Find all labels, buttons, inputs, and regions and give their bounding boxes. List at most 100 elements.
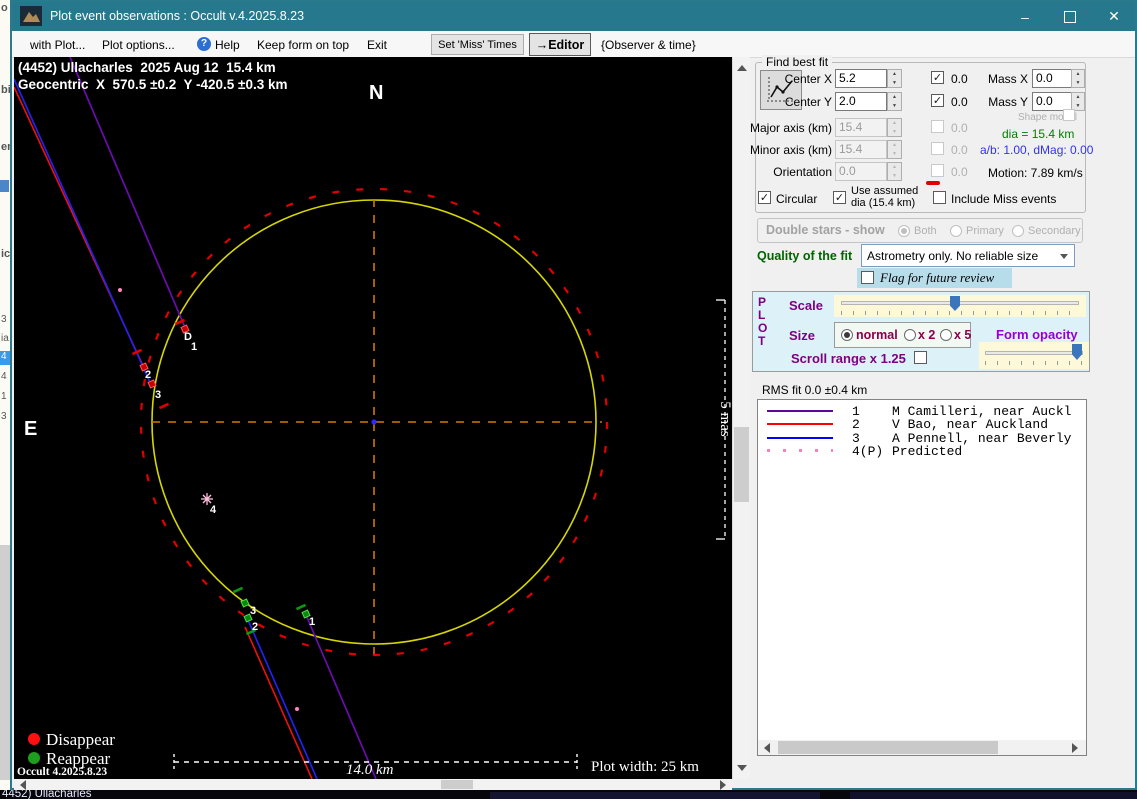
- scroll-right-arrow[interactable]: [720, 780, 726, 790]
- minor-axis-spinner[interactable]: ▲ ▼: [887, 140, 902, 159]
- title-bar[interactable]: Plot event observations : Occult v.4.202…: [12, 2, 1135, 31]
- menu-help[interactable]: Help: [215, 38, 240, 52]
- set-miss-times-label: Set 'Miss' Times: [438, 38, 517, 51]
- center-y-spinner[interactable]: ▲ ▼: [887, 92, 902, 111]
- orientation-spinner[interactable]: ▲ ▼: [887, 162, 902, 181]
- editor-label: →Editor: [535, 37, 585, 52]
- mas-label: 5 mas: [717, 401, 732, 437]
- bg-fragment: ia: [1, 333, 9, 344]
- circular-checkbox[interactable]: [758, 191, 771, 204]
- mass-x-label: Mass X: [987, 72, 1028, 86]
- mass-y-label: Mass Y: [988, 95, 1028, 109]
- bg-fragment: 3: [1, 314, 7, 325]
- mass-x-input[interactable]: 0.0: [1032, 69, 1072, 88]
- quality-label: Quality of the fit: [757, 249, 853, 263]
- north-label: N: [369, 82, 383, 104]
- use-assumed-checkbox[interactable]: [833, 191, 846, 204]
- major-axis-spinner[interactable]: ▲ ▼: [887, 118, 902, 137]
- center-y-label: Center Y: [784, 95, 832, 109]
- orientation-input[interactable]: 0.0: [835, 162, 887, 181]
- bg-fragment: 3: [1, 411, 7, 422]
- minor-axis-err-checkbox[interactable]: [931, 142, 944, 155]
- miss-marker-icon: [926, 181, 940, 185]
- scroll-range-checkbox[interactable]: [914, 351, 927, 364]
- scale-label: Scale: [789, 298, 823, 313]
- plot-hscrollbar[interactable]: [14, 779, 732, 790]
- center-y-input[interactable]: 2.0: [835, 92, 887, 111]
- scroll-up-arrow[interactable]: [737, 65, 747, 71]
- center-x-err-checkbox[interactable]: [931, 71, 944, 84]
- list-scroll-right-arrow[interactable]: [1072, 743, 1078, 753]
- orientation-err-label: 0.0: [951, 165, 968, 179]
- east-label: E: [24, 418, 37, 440]
- menu-with-plot[interactable]: with Plot...: [30, 38, 85, 52]
- taskbar-fragment: [490, 792, 820, 799]
- menu-exit[interactable]: Exit: [367, 38, 387, 52]
- double-primary-label: Primary: [966, 225, 1004, 237]
- center-x-err-label: 0.0: [951, 72, 968, 86]
- bg-fragment-selected: 4: [0, 351, 10, 365]
- center-x-spinner[interactable]: ▲ ▼: [887, 69, 902, 88]
- include-miss-label: Include Miss events: [951, 192, 1057, 206]
- form-opacity-thumb[interactable]: [1072, 344, 1082, 360]
- size-x5-radio[interactable]: [940, 329, 952, 341]
- double-secondary-radio[interactable]: [1012, 225, 1024, 237]
- major-axis-err-checkbox[interactable]: [931, 120, 944, 133]
- minimize-button[interactable]: –: [1004, 2, 1046, 31]
- menu-keep-on-top[interactable]: Keep form on top: [257, 38, 349, 52]
- scroll-left-arrow[interactable]: [20, 780, 26, 790]
- quality-dropdown[interactable]: Astrometry only. No reliable size: [861, 244, 1075, 267]
- circular-label: Circular: [776, 192, 818, 206]
- editor-button[interactable]: →Editor: [529, 33, 591, 56]
- scale-slider-ticks: [841, 311, 1079, 315]
- size-x5-label: x 5: [954, 328, 972, 342]
- set-miss-times-button[interactable]: Set 'Miss' Times: [431, 34, 524, 55]
- center-y-err-checkbox[interactable]: [931, 94, 944, 107]
- flag-review-label: Flag for future review: [880, 270, 995, 285]
- observer-row-name: V Bao, near Auckland: [892, 417, 1049, 432]
- list-scroll-left-arrow[interactable]: [764, 743, 770, 753]
- plot-version-label: Occult 4.2025.8.23: [17, 766, 107, 778]
- plot-letter-o: O: [758, 321, 768, 335]
- double-primary-radio[interactable]: [950, 225, 962, 237]
- flag-review-checkbox[interactable]: [861, 271, 874, 284]
- minor-axis-label: Minor axis (km): [749, 143, 832, 157]
- chord-1-purple: [69, 57, 377, 779]
- menu-plot-options[interactable]: Plot options...: [102, 38, 175, 52]
- orientation-err-checkbox[interactable]: [931, 164, 944, 177]
- size-x2-radio[interactable]: [904, 329, 916, 341]
- list-hscroll-thumb[interactable]: [778, 741, 998, 754]
- size-normal-radio[interactable]: [841, 329, 853, 341]
- taskbar-window-title[interactable]: 4452) Ullacharles: [2, 790, 92, 799]
- form-opacity-slider[interactable]: [979, 342, 1089, 369]
- scale-slider-thumb[interactable]: [950, 296, 960, 311]
- taskbar-fragment: [850, 792, 1137, 799]
- maximize-button[interactable]: [1049, 2, 1091, 31]
- disappear-dot: [28, 733, 40, 745]
- scale-slider[interactable]: [834, 295, 1086, 317]
- double-both-radio[interactable]: [898, 225, 910, 237]
- quality-value: Astrometry only. No reliable size: [867, 249, 1039, 263]
- shape-model-checkbox[interactable]: [1063, 109, 1075, 121]
- legend-swatch-3: [767, 437, 833, 439]
- window-title: Plot event observations : Occult v.4.202…: [50, 9, 305, 23]
- vscroll-thumb[interactable]: [734, 427, 749, 502]
- mass-x-spinner[interactable]: ▲ ▼: [1071, 69, 1085, 88]
- double-secondary-label: Secondary: [1028, 225, 1081, 237]
- hscroll-thumb[interactable]: [441, 780, 473, 789]
- major-axis-input[interactable]: 15.4: [835, 118, 887, 137]
- plot-canvas[interactable]: D 1 2 3 3 2 1 4 (4452) Ullacharles 2025 …: [14, 57, 732, 779]
- close-button[interactable]: ✕: [1093, 2, 1135, 31]
- find-best-fit-caption: Find best fit: [762, 55, 833, 69]
- disappear-label: Disappear: [46, 730, 115, 749]
- svg-text:3: 3: [155, 389, 161, 401]
- observer-list-hscrollbar[interactable]: [758, 740, 1086, 755]
- svg-text:4: 4: [210, 504, 217, 516]
- observer-list[interactable]: 1 M Camilleri, near Auckl 2 V Bao, near …: [757, 399, 1087, 756]
- center-x-input[interactable]: 5.2: [835, 69, 887, 88]
- major-axis-err-label: 0.0: [951, 121, 968, 135]
- minor-axis-input[interactable]: 15.4: [835, 140, 887, 159]
- double-stars-label: Double stars - show: [766, 223, 885, 237]
- include-miss-checkbox[interactable]: [933, 191, 946, 204]
- scroll-down-arrow[interactable]: [737, 765, 747, 771]
